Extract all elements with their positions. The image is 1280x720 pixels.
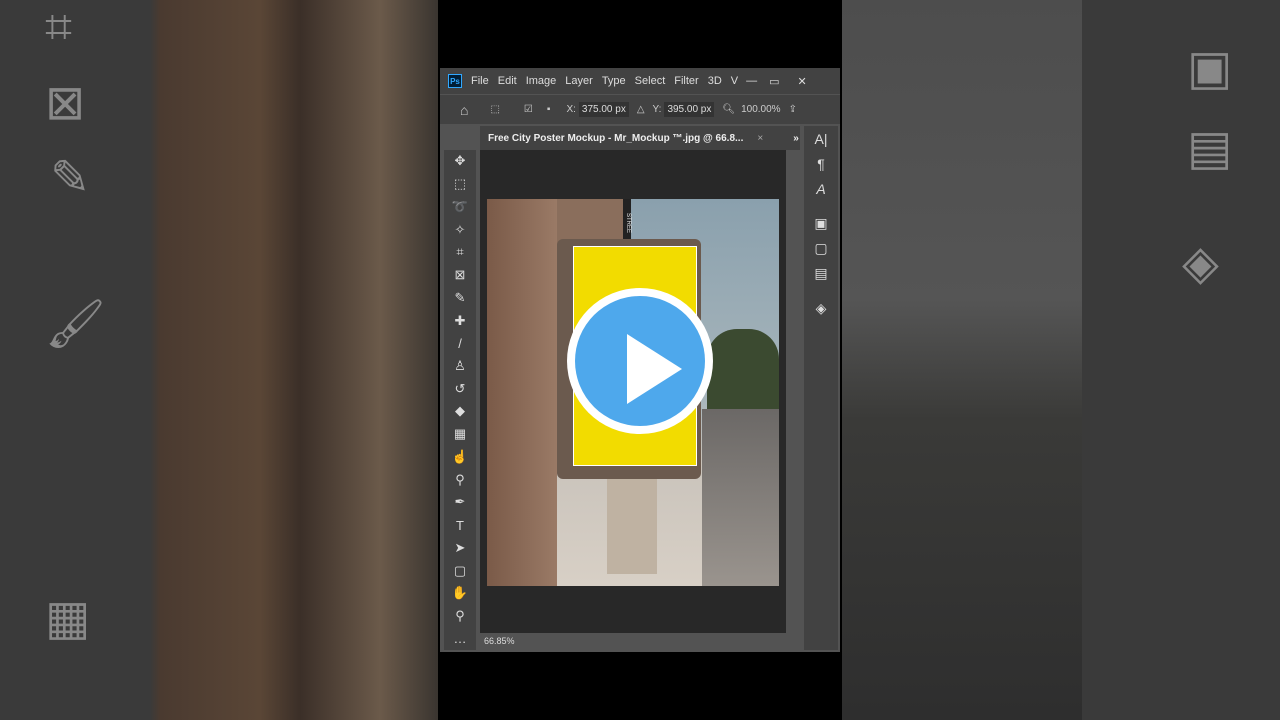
- glyphs-icon[interactable]: A: [816, 176, 825, 201]
- play-icon: [627, 334, 682, 404]
- toolbar: ✥ ⬚ ➰ ✧ ⌗ ⊠ ✎ ✚ / ♙ ↺ ◆ ▦ ☝ ⚲ ✒ T ➤ ▢ ✋ …: [444, 150, 476, 650]
- zoom-tool-icon[interactable]: ⚲: [455, 605, 465, 628]
- delta-icon[interactable]: △: [637, 104, 645, 115]
- libraries-icon[interactable]: ▣: [814, 211, 827, 236]
- brick-building: [487, 199, 557, 586]
- y-label: Y:: [652, 104, 662, 115]
- crop-icon: ⌗: [45, 1, 73, 54]
- blurred-background-left: ⌗ ⊠ ✎ 🖌 ▦: [0, 0, 438, 720]
- close-window-icon[interactable]: ✕: [798, 75, 807, 88]
- trees: [707, 329, 779, 409]
- glyphs-icon: ▣: [1187, 42, 1233, 95]
- more-tabs-icon[interactable]: »: [793, 133, 799, 144]
- ps-logo: Ps: [448, 74, 462, 88]
- checkbox-icon[interactable]: ☑: [524, 104, 533, 115]
- zoom-icon[interactable]: 🔍︎: [722, 104, 735, 115]
- road: [702, 409, 779, 586]
- maximize-icon[interactable]: ▭: [769, 75, 779, 88]
- menu-edit[interactable]: Edit: [498, 75, 517, 87]
- gradient-icon: ▦: [45, 592, 91, 645]
- layers-icon[interactable]: ◈: [816, 296, 827, 321]
- menu-filter[interactable]: Filter: [674, 75, 698, 87]
- eyedropper-icon: ✎: [50, 152, 91, 205]
- history-brush-icon[interactable]: ↺: [455, 377, 466, 400]
- navigator-icon[interactable]: ▢: [814, 236, 827, 261]
- gradient-icon[interactable]: ▦: [454, 423, 466, 446]
- transform-icon[interactable]: ⬚: [490, 104, 499, 115]
- eyedropper-icon[interactable]: ✎: [455, 286, 466, 309]
- healing-icon[interactable]: ✚: [455, 309, 466, 332]
- brush-icon[interactable]: /: [458, 332, 462, 355]
- play-button[interactable]: [567, 288, 713, 434]
- right-panel-dock: A| ¶ A ▣ ▢ ▤ ◈: [804, 126, 838, 650]
- frame-icon: ⊠: [45, 77, 86, 130]
- menu-bar: Ps File Edit Image Layer Type Select Fil…: [440, 68, 840, 94]
- shape-icon[interactable]: ▢: [454, 559, 466, 582]
- y-input[interactable]: 395.00 px: [664, 102, 715, 117]
- hand-icon[interactable]: ✋: [452, 582, 468, 605]
- home-icon[interactable]: ⌂: [460, 102, 468, 118]
- zoom-value[interactable]: 100.00%: [741, 104, 780, 115]
- menu-image[interactable]: Image: [526, 75, 557, 87]
- properties-icon[interactable]: ▤: [814, 261, 827, 286]
- x-input[interactable]: 375.00 px: [578, 102, 629, 117]
- crop-icon[interactable]: ⌗: [456, 241, 463, 264]
- frame-icon[interactable]: ⊠: [455, 264, 466, 287]
- share-icon[interactable]: ⇪: [789, 104, 797, 115]
- blurred-background-right: ▣ ▤ ◈: [842, 0, 1280, 720]
- options-bar: ⌂ ⬚ ☑ ▪ X: 375.00 px △ Y: 395.00 px 🔍︎ 1…: [440, 95, 840, 124]
- reference-point-icon[interactable]: ▪: [547, 104, 551, 115]
- tab-close-icon[interactable]: ×: [757, 133, 763, 144]
- move-icon[interactable]: ✥: [455, 150, 466, 173]
- marquee-icon[interactable]: ⬚: [454, 173, 466, 196]
- pen-icon[interactable]: ✒: [455, 491, 466, 514]
- stand-pole: [607, 479, 657, 574]
- menu-select[interactable]: Select: [635, 75, 666, 87]
- smudge-icon[interactable]: ☝: [452, 446, 468, 469]
- menu-3d[interactable]: 3D: [708, 75, 722, 87]
- quick-select-icon[interactable]: ✧: [455, 218, 466, 241]
- stamp-icon[interactable]: ♙: [454, 355, 466, 378]
- paragraph-icon[interactable]: ¶: [817, 151, 825, 176]
- eraser-icon[interactable]: ◆: [455, 400, 465, 423]
- brush-icon: 🖌: [45, 298, 106, 351]
- menu-view[interactable]: V: [731, 75, 738, 87]
- more-icon[interactable]: …: [454, 627, 467, 650]
- menu-file[interactable]: File: [471, 75, 489, 87]
- path-select-icon[interactable]: ➤: [455, 536, 466, 559]
- lasso-icon[interactable]: ➰: [452, 195, 468, 218]
- document-tab[interactable]: Free City Poster Mockup - Mr_Mockup ™.jp…: [480, 126, 800, 150]
- menu-layer[interactable]: Layer: [565, 75, 593, 87]
- menu-type[interactable]: Type: [602, 75, 626, 87]
- minimize-icon[interactable]: —: [746, 75, 757, 87]
- layers-icon: ◈: [1182, 237, 1219, 290]
- x-label: X:: [566, 104, 576, 115]
- properties-icon: ▤: [1187, 122, 1233, 175]
- dodge-icon[interactable]: ⚲: [455, 468, 465, 491]
- zoom-status: 66.85%: [484, 636, 515, 646]
- character-icon[interactable]: A|: [815, 126, 828, 151]
- type-icon[interactable]: T: [456, 514, 464, 537]
- document-tab-title: Free City Poster Mockup - Mr_Mockup ™.jp…: [488, 132, 744, 144]
